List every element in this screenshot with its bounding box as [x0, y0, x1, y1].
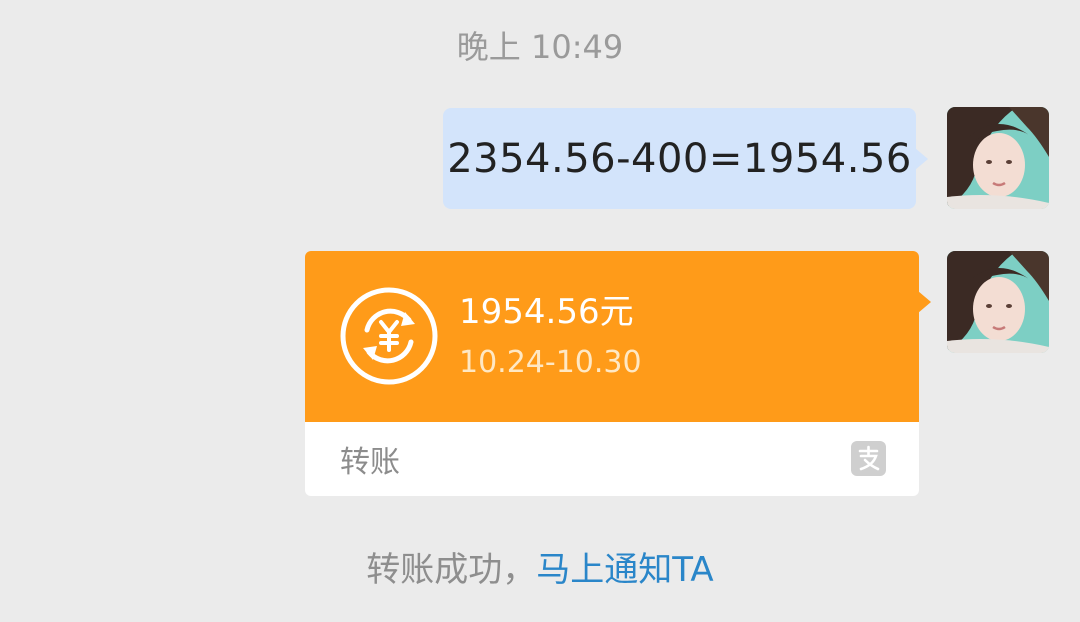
message-bubble[interactable]: 2354.56-400=1954.56 [443, 108, 928, 209]
currency-exchange-icon [339, 286, 439, 386]
transfer-card[interactable]: 1954.56元 10.24-10.30 转账 [305, 251, 931, 496]
chat-view: 晚上 10:49 2354.56-400=1954.56 1954.56元 10… [0, 0, 1080, 622]
notice-text: 转账成功， [366, 550, 537, 590]
transfer-label: 转账 [340, 445, 400, 480]
notify-link[interactable]: 马上通知TA [536, 550, 713, 590]
avatar-image [947, 107, 1049, 209]
avatar[interactable] [947, 107, 1049, 209]
alipay-icon [851, 441, 886, 476]
transfer-success-notice: 转账成功，马上通知TA [0, 542, 1080, 591]
message-text: 2354.56-400=1954.56 [447, 135, 912, 182]
transfer-card-header: 1954.56元 10.24-10.30 [305, 251, 931, 422]
avatar-image [947, 251, 1049, 353]
avatar[interactable] [947, 251, 1049, 353]
transfer-card-footer: 转账 [305, 422, 919, 496]
transfer-amount: 1954.56元 [459, 292, 634, 332]
transfer-date-range: 10.24-10.30 [459, 345, 642, 380]
message-timestamp: 晚上 10:49 [456, 28, 624, 66]
